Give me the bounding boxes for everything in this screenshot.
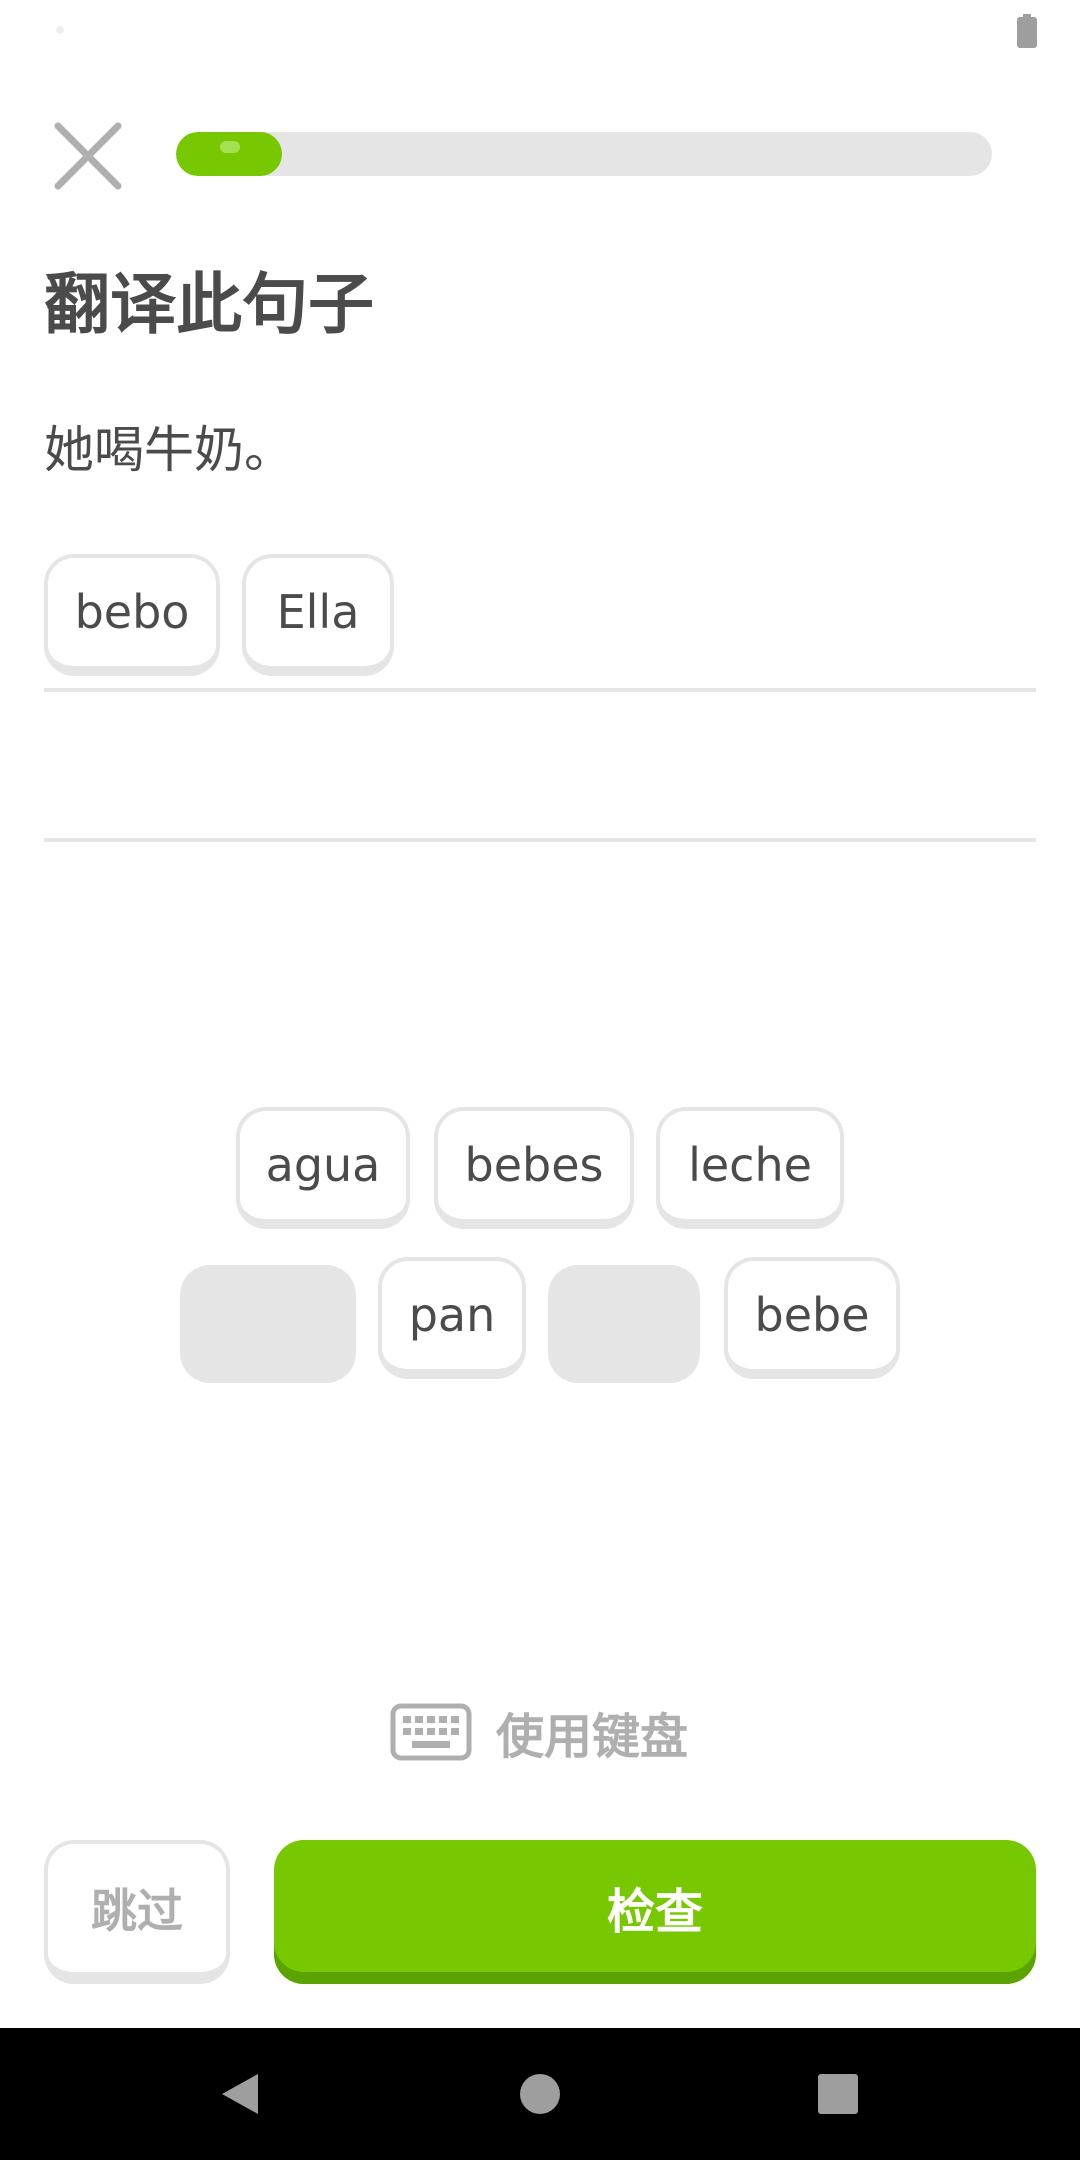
lesson-progress-fill [176,132,283,176]
word-tile[interactable]: pan [378,1257,526,1379]
word-tile[interactable]: leche [656,1107,844,1229]
close-icon [54,122,122,190]
answer-tile[interactable]: bebo [44,554,220,676]
recents-square-icon [818,2074,858,2114]
battery-icon [1017,14,1037,48]
answer-line-2 [44,838,1036,842]
answer-tile[interactable]: Ella [242,554,394,676]
close-button[interactable] [50,118,126,194]
nav-back-button[interactable] [180,2028,300,2160]
nav-recents-button[interactable] [778,2028,898,2160]
progress-highlight [220,141,240,153]
home-circle-icon [520,2074,560,2114]
use-keyboard-button[interactable]: 使用键盘 [390,1700,688,1764]
notification-dot [56,26,64,34]
word-tile[interactable]: agua [236,1107,410,1229]
used-word-slot [548,1265,700,1383]
back-triangle-icon [222,2074,258,2114]
word-tile[interactable]: bebes [434,1107,634,1229]
use-keyboard-label: 使用键盘 [496,1711,689,1764]
page-title: 翻译此句子 [44,267,374,341]
word-tile[interactable]: bebe [724,1257,900,1379]
answer-line-1 [44,688,1036,692]
lesson-progress-bar [176,132,992,176]
sentence-prompt: 她喝牛奶。 [44,422,294,478]
used-word-slot [180,1265,356,1383]
skip-button[interactable]: 跳过 [44,1840,230,1984]
keyboard-icon [390,1703,472,1761]
system-navigation-bar [0,2028,1080,2160]
check-button[interactable]: 检查 [274,1840,1036,1984]
status-bar [0,0,1080,64]
nav-home-button[interactable] [480,2028,600,2160]
